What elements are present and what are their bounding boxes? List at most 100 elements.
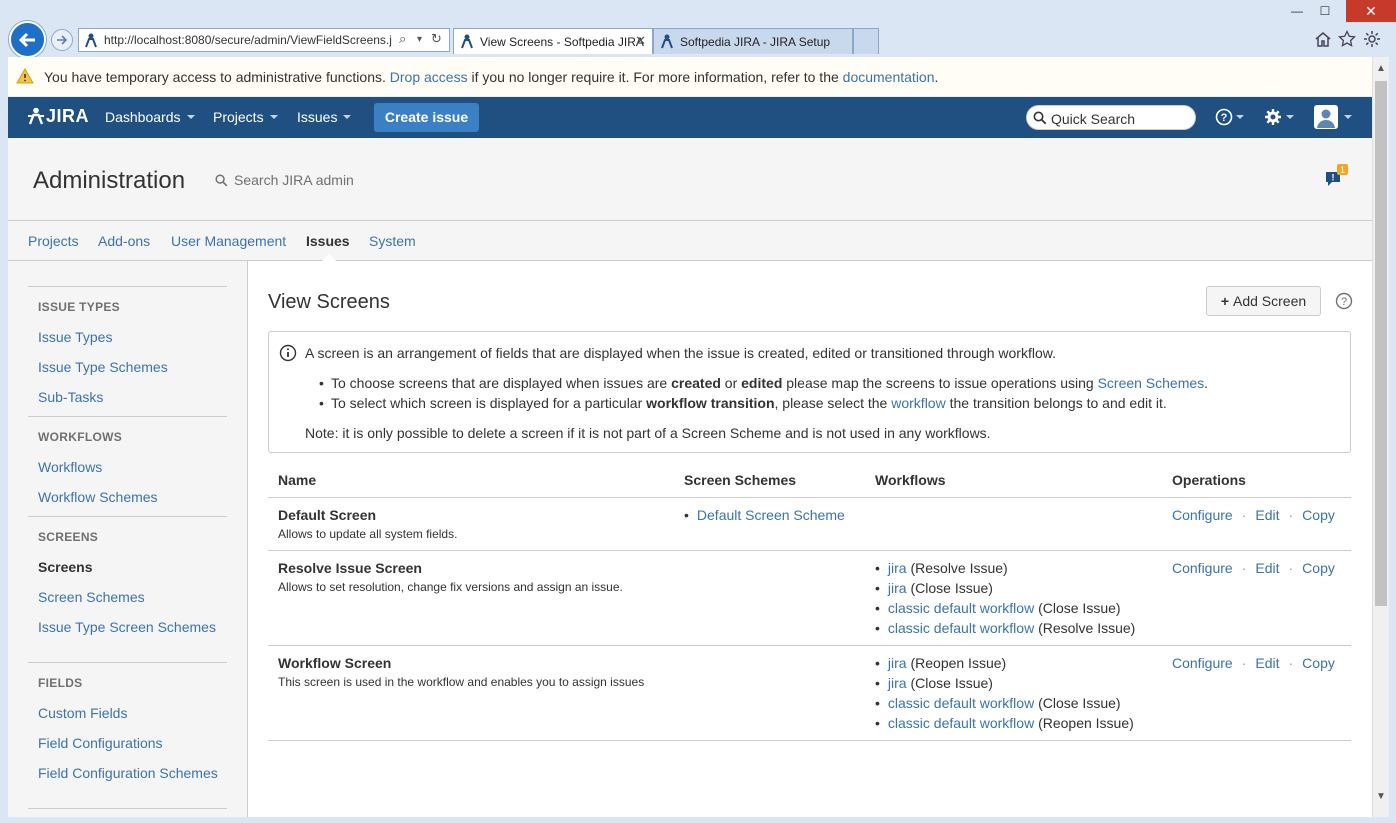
workflow-link[interactable]: jira [888, 655, 907, 671]
separator: · [1241, 560, 1247, 576]
refresh-icon[interactable]: ↻ [431, 31, 442, 47]
close-window-button[interactable]: ✕ [1346, 0, 1396, 22]
table-row: Workflow Screen This screen is used in t… [268, 645, 1351, 740]
info-text: or [724, 375, 738, 391]
admin-search-input[interactable]: Search JIRA admin [215, 172, 354, 188]
sidebar-item-field-configurations[interactable]: Field Configurations [38, 735, 218, 751]
sidebar-item-field-configuration-schemes[interactable]: Field Configuration Schemes [38, 765, 218, 781]
info-text: To choose screens that are displayed whe… [331, 375, 668, 391]
row-operations: Configure · Edit · Copy [1172, 560, 1335, 576]
page-title: Administration [33, 167, 186, 194]
workflow-link[interactable]: jira [888, 675, 907, 691]
tab-user-management[interactable]: User Management [171, 233, 286, 249]
page-scrollbar[interactable]: ▲ ▼ [1372, 57, 1389, 817]
svg-text:?: ? [1341, 296, 1347, 308]
search-icon[interactable]: ⌕ [399, 31, 406, 47]
documentation-link[interactable]: documentation [843, 69, 935, 85]
edit-link[interactable]: Edit [1255, 507, 1279, 523]
forward-button[interactable] [51, 29, 73, 51]
edit-link[interactable]: Edit [1255, 560, 1279, 576]
chevron-down-icon [269, 115, 278, 119]
jira-logo[interactable]: JIRA [28, 106, 89, 127]
home-icon[interactable] [1314, 30, 1332, 48]
configure-link[interactable]: Configure [1172, 560, 1233, 576]
configure-link[interactable]: Configure [1172, 507, 1233, 523]
scroll-up-icon[interactable]: ▲ [1376, 63, 1386, 74]
warning-prefix: You have temporary access to administrat… [44, 69, 386, 85]
copy-link[interactable]: Copy [1302, 507, 1335, 523]
tab-issues[interactable]: Issues [306, 233, 350, 249]
maximize-button[interactable]: ☐ [1310, 0, 1340, 22]
workflow-link[interactable]: classic default workflow [888, 695, 1034, 711]
logo-text: JIRA [46, 106, 90, 126]
list-item: jira (Resolve Issue) [875, 560, 1135, 580]
notifications-button[interactable]: ! 1 [1324, 164, 1350, 193]
nav-projects[interactable]: Projects [213, 109, 278, 125]
help-menu[interactable]: ? [1215, 108, 1245, 129]
tab-projects[interactable]: Projects [28, 233, 79, 249]
tab-add-ons[interactable]: Add-ons [98, 233, 150, 249]
plus-icon: + [1220, 293, 1229, 309]
info-text: , please select the [774, 395, 888, 411]
workflow-link[interactable]: jira [888, 580, 907, 596]
help-icon[interactable]: ? [1335, 292, 1353, 310]
column-header-workflows: Workflows [875, 472, 946, 488]
gear-icon [1265, 109, 1294, 125]
star-icon[interactable] [1338, 30, 1356, 48]
user-menu[interactable] [1313, 104, 1355, 133]
edit-link[interactable]: Edit [1255, 655, 1279, 671]
scroll-down-icon[interactable]: ▼ [1376, 791, 1386, 802]
info-text: please map the screens to issue operatio… [786, 375, 1094, 391]
admin-menu[interactable] [1264, 108, 1296, 129]
scrollbar-thumb[interactable] [1375, 81, 1387, 606]
copy-link[interactable]: Copy [1302, 560, 1335, 576]
info-note: Note: it is only possible to delete a sc… [305, 425, 991, 441]
create-issue-button[interactable]: Create issue [374, 103, 479, 132]
svg-text:?: ? [1221, 112, 1228, 124]
screen-description: This screen is used in the workflow and … [278, 675, 645, 689]
separator: · [1241, 655, 1247, 671]
sidebar-divider [28, 286, 227, 287]
workflow-link[interactable]: classic default workflow [888, 600, 1034, 616]
add-screen-button[interactable]: + Add Screen [1206, 286, 1321, 316]
info-bold: created [671, 375, 721, 391]
close-tab-icon[interactable]: ✕ [635, 33, 646, 49]
configure-link[interactable]: Configure [1172, 655, 1233, 671]
search-icon [215, 174, 228, 187]
nav-label: Issues [297, 109, 338, 125]
minimize-button[interactable]: — [1282, 0, 1312, 22]
column-header-name: Name [278, 472, 317, 488]
address-bar[interactable]: http://localhost:8080/secure/admin/ViewF… [78, 28, 450, 52]
tab-system[interactable]: System [369, 233, 416, 249]
tab-jira-setup[interactable]: Softpedia JIRA - JIRA Setup [653, 28, 853, 54]
workflow-link[interactable]: classic default workflow [888, 620, 1034, 636]
workflow-link[interactable]: workflow [891, 395, 945, 411]
copy-link[interactable]: Copy [1302, 655, 1335, 671]
quick-search-input[interactable]: Quick Search [1026, 105, 1196, 130]
workflow-link[interactable]: jira [888, 560, 907, 576]
drop-access-link[interactable]: Drop access [390, 69, 468, 85]
sidebar-item-workflows[interactable]: Workflows [38, 459, 218, 475]
sidebar-item-issue-type-schemes[interactable]: Issue Type Schemes [38, 359, 218, 375]
sidebar-heading-screens: SCREENS [38, 530, 99, 544]
sidebar-item-workflow-schemes[interactable]: Workflow Schemes [38, 489, 218, 505]
sidebar-item-screen-schemes[interactable]: Screen Schemes [38, 589, 218, 605]
add-screen-label: Add Screen [1233, 293, 1307, 309]
screen-scheme-link[interactable]: Default Screen Scheme [697, 507, 845, 523]
nav-issues[interactable]: Issues [297, 109, 352, 125]
sidebar-item-custom-fields[interactable]: Custom Fields [38, 705, 218, 721]
workflow-link[interactable]: classic default workflow [888, 715, 1034, 731]
new-tab-button[interactable] [853, 28, 879, 54]
tab-view-screens[interactable]: View Screens - Softpedia JIRA ✕ [453, 28, 653, 54]
transition-name: (Reopen Issue) [1038, 715, 1134, 731]
back-button[interactable] [9, 21, 46, 58]
nav-dashboards[interactable]: Dashboards [105, 109, 195, 125]
gear-icon[interactable] [1363, 30, 1381, 48]
sidebar-item-issue-types[interactable]: Issue Types [38, 329, 218, 345]
screen-schemes-link[interactable]: Screen Schemes [1098, 375, 1205, 391]
sidebar-item-sub-tasks[interactable]: Sub-Tasks [38, 389, 218, 405]
dropdown-icon[interactable]: ▾ [417, 34, 422, 45]
sidebar-item-issue-type-screen-schemes[interactable]: Issue Type Screen Schemes [38, 619, 218, 635]
address-text[interactable]: http://localhost:8080/secure/admin/ViewF… [104, 33, 396, 47]
sidebar-item-screens[interactable]: Screens [38, 559, 218, 575]
